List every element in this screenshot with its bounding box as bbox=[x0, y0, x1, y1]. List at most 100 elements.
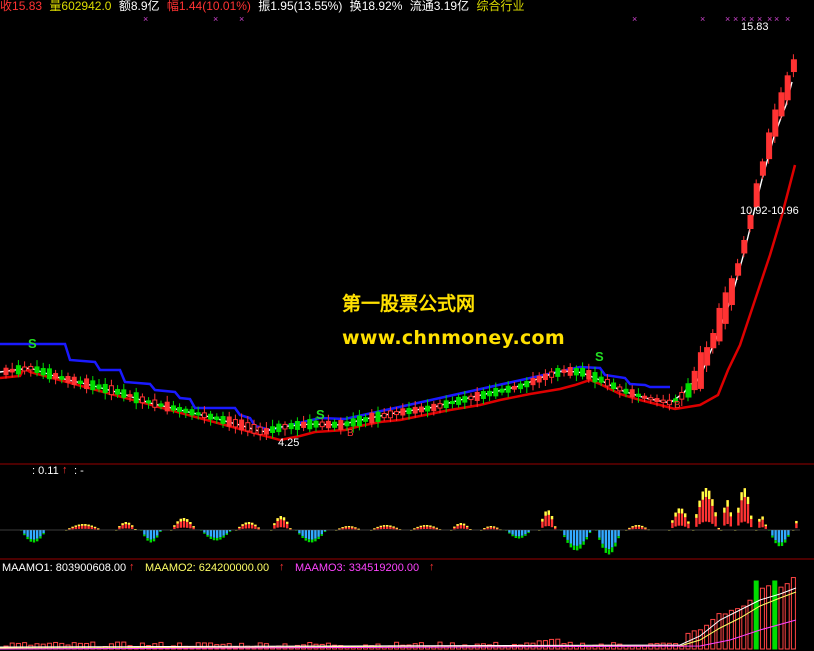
indicator-bar bbox=[386, 525, 389, 527]
indicator-bar bbox=[347, 526, 351, 528]
level-price-label: 10.92-10.96 bbox=[740, 205, 799, 217]
indicator-bar bbox=[121, 523, 124, 526]
candle-body bbox=[425, 405, 431, 412]
indicator-bar bbox=[222, 530, 225, 536]
candle-body bbox=[263, 428, 269, 435]
candle-body bbox=[183, 408, 189, 414]
chart-canvas[interactable]: × × × × × × × × × × × × × bbox=[0, 0, 814, 651]
indicator-bar bbox=[777, 542, 780, 547]
indicator-bar bbox=[550, 515, 554, 520]
ma3-label: MAAMO3: 334519200.00 bbox=[295, 562, 420, 574]
indicator-bar bbox=[314, 538, 317, 542]
indicator-bar bbox=[486, 526, 489, 528]
indicator-bar bbox=[614, 530, 617, 543]
indicator-bar bbox=[238, 526, 241, 528]
indicator-bar bbox=[219, 537, 222, 540]
indicator-bar bbox=[338, 528, 341, 530]
candle-body bbox=[214, 416, 220, 421]
candle-body bbox=[561, 369, 567, 373]
indicator-bar bbox=[746, 496, 750, 505]
indicator-bar bbox=[435, 527, 438, 529]
candle-body bbox=[679, 391, 685, 400]
indicator-bar bbox=[341, 527, 344, 529]
candle-body bbox=[127, 394, 133, 398]
indicator-bar bbox=[301, 535, 304, 538]
indicator-bar bbox=[456, 524, 459, 526]
indicator-bar bbox=[743, 488, 746, 498]
indicator-bar bbox=[36, 530, 39, 539]
candle-body bbox=[623, 388, 629, 394]
indicator-bar bbox=[93, 526, 97, 528]
indicator-bar bbox=[241, 524, 244, 526]
indicator-bar bbox=[84, 524, 87, 526]
candle-body bbox=[518, 383, 524, 390]
indicator-bar bbox=[758, 518, 761, 522]
candle-body bbox=[642, 395, 648, 399]
indicator-bar bbox=[566, 539, 569, 543]
indicator-bar bbox=[737, 507, 740, 513]
indicator-bar bbox=[216, 537, 219, 541]
candle-body bbox=[505, 385, 511, 393]
indicator-bar bbox=[416, 526, 419, 529]
candle-body bbox=[108, 385, 114, 396]
candle-body bbox=[319, 421, 325, 428]
indicator-bar bbox=[453, 526, 456, 528]
volume-bar bbox=[759, 587, 765, 650]
candle-body bbox=[697, 352, 704, 389]
indicator-bar bbox=[87, 524, 90, 527]
indicator-bar bbox=[392, 526, 395, 528]
candle-body bbox=[530, 378, 536, 386]
indicator-bar bbox=[127, 522, 131, 525]
candle-body bbox=[592, 372, 598, 383]
up-arrow-icon: ↑ bbox=[62, 464, 68, 476]
indicator-bar bbox=[320, 534, 323, 536]
candle-body bbox=[759, 161, 766, 176]
volume-bar bbox=[753, 580, 759, 650]
indicator-bar bbox=[251, 522, 254, 525]
indicator-bar bbox=[68, 528, 71, 530]
indicator-bar bbox=[524, 530, 527, 535]
ma1-label: MAAMO1: 803900608.00 bbox=[2, 562, 127, 574]
indicator-bar bbox=[601, 543, 604, 548]
indicator-bar bbox=[276, 518, 279, 522]
candle-body bbox=[648, 397, 654, 401]
indicator-bar bbox=[143, 530, 146, 535]
indicator-bar bbox=[203, 530, 206, 533]
buy-marker: B bbox=[347, 428, 354, 439]
indicator-bar bbox=[511, 530, 514, 535]
indicator-bar bbox=[304, 538, 307, 541]
indicator-bar bbox=[521, 530, 524, 536]
candle-body bbox=[276, 423, 282, 433]
indicator-bar bbox=[764, 524, 767, 527]
indicator-bar bbox=[588, 532, 592, 534]
indicator-bar bbox=[395, 527, 398, 529]
indicator-bar bbox=[780, 542, 784, 546]
indicator-bar bbox=[149, 539, 152, 543]
indicator-bar bbox=[182, 518, 186, 521]
indicator-bar bbox=[588, 530, 592, 533]
candle-body bbox=[685, 383, 692, 398]
candle-body bbox=[710, 333, 717, 349]
indicator-bar bbox=[524, 534, 527, 536]
ma2-label: MAAMO2: 624200000.00 bbox=[145, 562, 270, 574]
indicator-bar bbox=[634, 525, 637, 527]
indicator-bar bbox=[598, 530, 601, 538]
indicator-bar bbox=[604, 530, 607, 548]
candle-body bbox=[437, 403, 443, 409]
candle-body bbox=[635, 393, 641, 397]
indicator-bar bbox=[774, 540, 777, 544]
candle-body bbox=[766, 132, 773, 160]
volume-bar bbox=[766, 585, 772, 650]
cross-marker: × bbox=[239, 14, 244, 24]
candle-body bbox=[542, 373, 548, 381]
stock-chart-window: 收15.83 量602942.0 额8.9亿 幅1.44(10.01%) 振1.… bbox=[0, 0, 814, 651]
candle-body bbox=[90, 380, 96, 391]
indicator-bar bbox=[212, 530, 216, 538]
candle-body bbox=[549, 371, 555, 378]
candle-body bbox=[208, 413, 214, 420]
candle-body bbox=[139, 396, 145, 404]
candle-body bbox=[40, 368, 46, 376]
volume-bar bbox=[747, 599, 753, 650]
indicator-bar bbox=[351, 526, 354, 528]
indicator-bar bbox=[282, 517, 286, 521]
